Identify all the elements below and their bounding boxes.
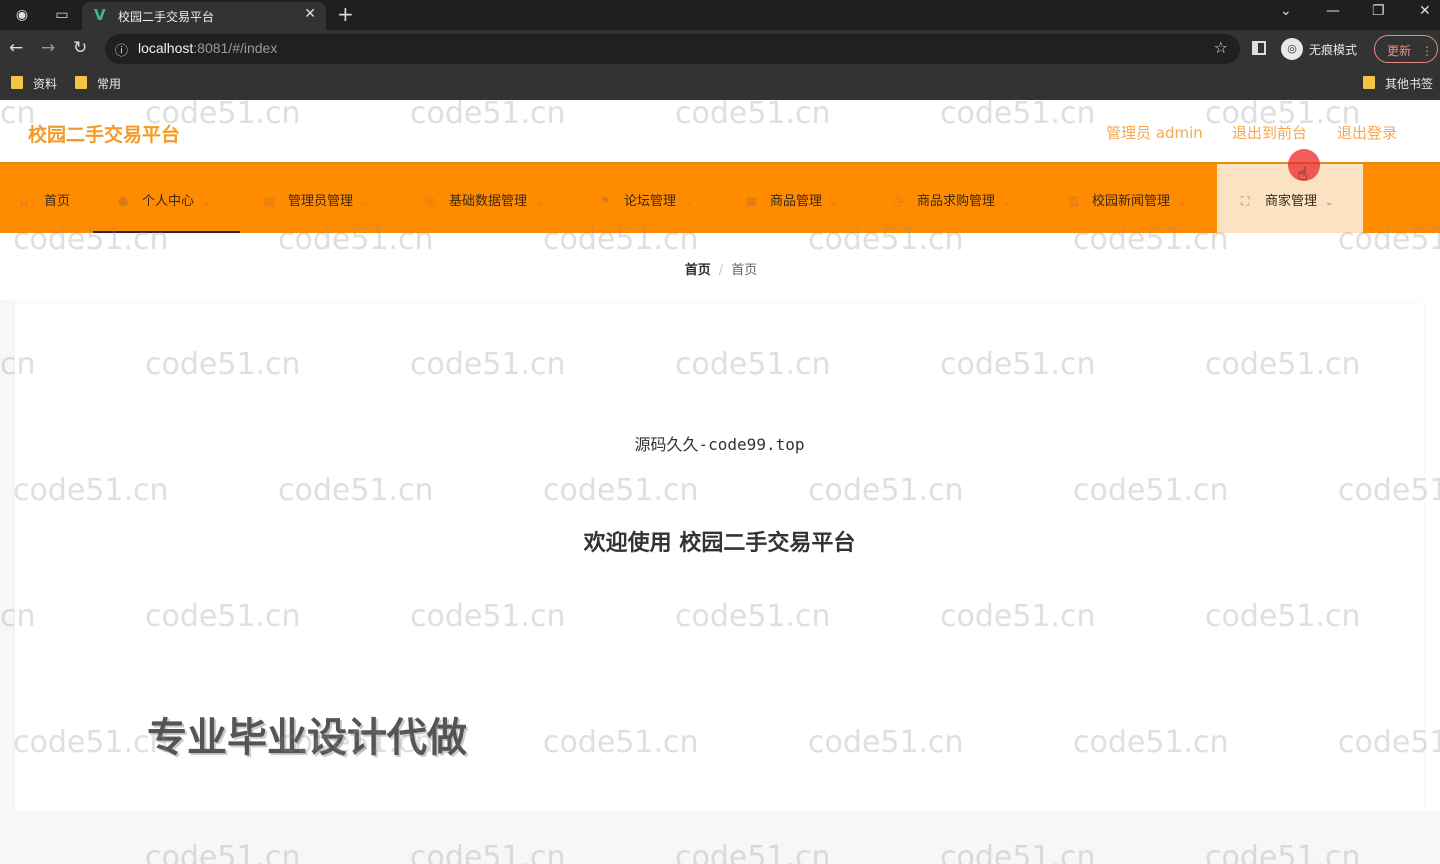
- site-info-icon[interactable]: ⓘ: [115, 40, 128, 59]
- folder-icon: [1363, 76, 1375, 89]
- other-bookmarks[interactable]: 其他书签: [1363, 75, 1433, 92]
- home-icon: ⌂: [20, 194, 28, 208]
- promo-text: 源码久久-code99.top: [634, 435, 805, 454]
- chevron-down-icon: ⌄: [361, 197, 370, 208]
- chevron-down-icon: ⌄: [1325, 197, 1334, 208]
- data-icon: ◎: [425, 194, 436, 208]
- hand-cursor-icon: ☝: [1297, 164, 1308, 185]
- side-panel-icon[interactable]: [1252, 41, 1266, 55]
- browser-tab-active[interactable]: V 校园二手交易平台 ✕: [82, 2, 326, 30]
- flag-icon: ⚑: [600, 194, 611, 208]
- tab-list-icon[interactable]: ⌄: [1280, 3, 1292, 19]
- merchant-icon: ⛶: [1241, 194, 1250, 208]
- update-button[interactable]: 更新 ⋮: [1374, 35, 1438, 63]
- bookmark-folder-ziliao[interactable]: 资料: [11, 75, 57, 92]
- goods-icon: ▦: [746, 194, 758, 208]
- restore-icon[interactable]: ❐: [1372, 3, 1385, 19]
- chevron-down-icon: ⌄: [202, 197, 211, 208]
- bookmark-star-icon[interactable]: ☆: [1214, 38, 1228, 57]
- bookmarks-bar: 资料 常用 其他书签: [0, 68, 1440, 100]
- nav-forum[interactable]: ⚑ 论坛管理 ⌄: [600, 164, 692, 233]
- chevron-down-icon: ⌄: [1178, 197, 1187, 208]
- app-header: 校园二手交易平台 管理员 admin 退出到前台 退出登录: [0, 100, 1440, 162]
- breadcrumb: 首页 / 首页: [20, 247, 1422, 289]
- breadcrumb-home[interactable]: 首页: [685, 263, 711, 278]
- bookmark-folder-changyong[interactable]: 常用: [75, 75, 121, 92]
- url-text: localhost:8081/#/index: [138, 40, 278, 56]
- vue-logo-icon: V: [94, 6, 106, 24]
- incognito-icon[interactable]: ◎: [1281, 38, 1303, 60]
- nav-merchant[interactable]: ⛶ 商家管理 ⌄: [1217, 164, 1363, 233]
- close-tab-icon[interactable]: ✕: [304, 6, 316, 22]
- tab-search-icon[interactable]: ▭: [52, 5, 72, 25]
- app-title: 校园二手交易平台: [28, 124, 181, 146]
- folder-icon: [75, 76, 87, 89]
- welcome-heading: 欢迎使用 校园二手交易平台: [583, 531, 856, 556]
- nav-home[interactable]: ⌂ 首页: [20, 164, 70, 233]
- address-bar: ← → ↻ ⓘ localhost:8081/#/index ☆ ◎ 无痕模式 …: [0, 30, 1440, 68]
- news-icon: ▥: [1068, 194, 1080, 208]
- purchase-icon: ◷: [893, 194, 904, 208]
- new-tab-button[interactable]: +: [337, 2, 354, 26]
- user-icon: ●: [118, 194, 129, 208]
- admin-label: 管理员 admin: [1106, 124, 1203, 142]
- tab-title: 校园二手交易平台: [118, 10, 215, 24]
- nav-basic-data[interactable]: ◎ 基础数据管理 ⌄: [425, 164, 543, 233]
- page-footer-area: [0, 811, 1440, 864]
- nav-purchase[interactable]: ◷ 商品求购管理 ⌄: [893, 164, 1011, 233]
- logout-link[interactable]: 退出登录: [1337, 122, 1397, 143]
- main-nav: ⌂ 首页 ● 个人中心 ⌄ ▤ 管理员管理 ⌄ ◎ 基础数据管理 ⌄ ⚑ 论坛管理 ⌄ ▦ 商品管理…: [0, 162, 1440, 233]
- nav-goods[interactable]: ▦ 商品管理 ⌄: [746, 164, 838, 233]
- url-field[interactable]: ⓘ localhost:8081/#/index ☆: [105, 34, 1240, 64]
- minimize-icon[interactable]: —: [1326, 3, 1340, 19]
- close-window-icon[interactable]: ✕: [1419, 3, 1431, 19]
- folder-icon: [11, 76, 23, 89]
- forward-icon[interactable]: →: [41, 38, 55, 58]
- back-icon[interactable]: ←: [9, 38, 23, 58]
- reload-icon[interactable]: ↻: [73, 38, 87, 58]
- overlay-ad-text: 专业毕业设计代做: [147, 715, 467, 761]
- nav-admin-management[interactable]: ▤ 管理员管理 ⌄: [264, 164, 369, 233]
- chevron-down-icon: ⌄: [684, 197, 693, 208]
- nav-personal-center[interactable]: ● 个人中心 ⌄: [93, 164, 240, 233]
- page-margin: [0, 300, 15, 811]
- welcome-card: 源码久久-code99.top 欢迎使用 校园二手交易平台 专业毕业设计代做: [15, 303, 1424, 811]
- chevron-down-icon: ⌄: [535, 197, 544, 208]
- nav-news[interactable]: ▥ 校园新闻管理 ⌄: [1068, 164, 1186, 233]
- incognito-label: 无痕模式: [1309, 43, 1358, 57]
- browser-tab-bar: ◉ ▭ V 校园二手交易平台 ✕ + ⌄ — ❐ ✕: [0, 0, 1440, 30]
- breadcrumb-current: 首页: [731, 263, 758, 278]
- globe-icon[interactable]: ◉: [12, 5, 32, 25]
- chevron-down-icon: ⌄: [830, 197, 839, 208]
- chevron-down-icon: ⌄: [1003, 197, 1012, 208]
- breadcrumb-separator: /: [718, 263, 724, 278]
- admin-icon: ▤: [264, 194, 276, 208]
- back-to-front-link[interactable]: 退出到前台: [1232, 122, 1307, 143]
